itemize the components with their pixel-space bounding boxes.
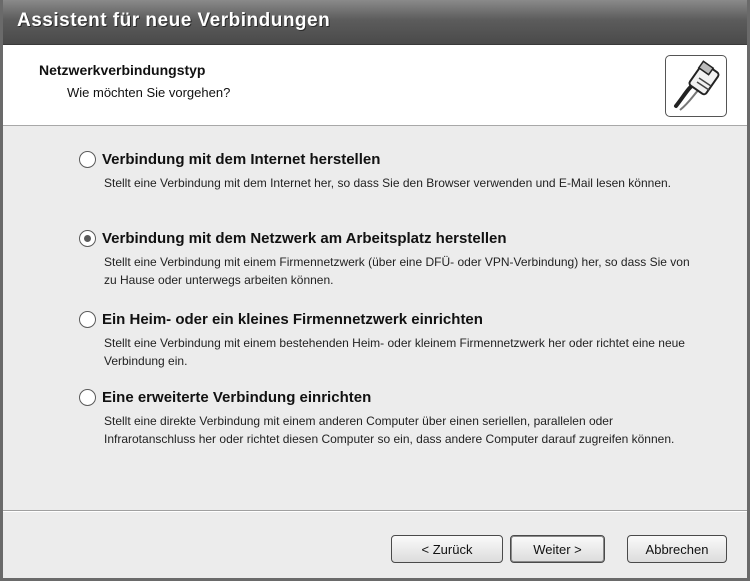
option-advanced-description: Stellt eine direkte Verbindung mit einem… [104, 414, 675, 446]
window-title: Assistent für neue Verbindungen [17, 10, 331, 31]
radio-internet[interactable] [79, 151, 96, 168]
option-workplace[interactable]: Verbindung mit dem Netzwerk am Arbeitspl… [79, 230, 699, 289]
option-home-network-description: Stellt eine Verbindung mit einem bestehe… [104, 336, 685, 368]
option-internet[interactable]: Verbindung mit dem Internet herstellen S… [79, 151, 699, 192]
radio-home-network[interactable] [79, 311, 96, 328]
option-home-network[interactable]: Ein Heim- oder ein kleines Firmennetzwer… [79, 311, 699, 370]
network-cable-icon [665, 55, 727, 117]
option-internet-label[interactable]: Verbindung mit dem Internet herstellen [102, 151, 380, 168]
wizard-header: Netzwerkverbindungstyp Wie möchten Sie v… [3, 45, 747, 126]
option-workplace-label[interactable]: Verbindung mit dem Netzwerk am Arbeitspl… [102, 230, 507, 247]
option-internet-description: Stellt eine Verbindung mit dem Internet … [104, 176, 671, 190]
back-button[interactable]: < Zurück [391, 535, 503, 563]
footer-divider [3, 510, 747, 512]
option-advanced[interactable]: Eine erweiterte Verbindung einrichten St… [79, 389, 699, 448]
radio-advanced[interactable] [79, 389, 96, 406]
option-advanced-label[interactable]: Eine erweiterte Verbindung einrichten [102, 389, 371, 406]
wizard-window: Assistent für neue Verbindungen Netzwerk… [0, 0, 750, 581]
title-bar[interactable]: Assistent für neue Verbindungen [3, 0, 747, 45]
options-area: Verbindung mit dem Internet herstellen S… [3, 127, 747, 507]
option-workplace-description: Stellt eine Verbindung mit einem Firmenn… [104, 255, 690, 287]
radio-workplace[interactable] [79, 230, 96, 247]
option-home-network-label[interactable]: Ein Heim- oder ein kleines Firmennetzwer… [102, 311, 483, 328]
page-heading: Netzwerkverbindungstyp [39, 62, 206, 78]
cancel-button[interactable]: Abbrechen [627, 535, 727, 563]
next-button[interactable]: Weiter > [510, 535, 605, 563]
page-subheading: Wie möchten Sie vorgehen? [67, 85, 231, 100]
